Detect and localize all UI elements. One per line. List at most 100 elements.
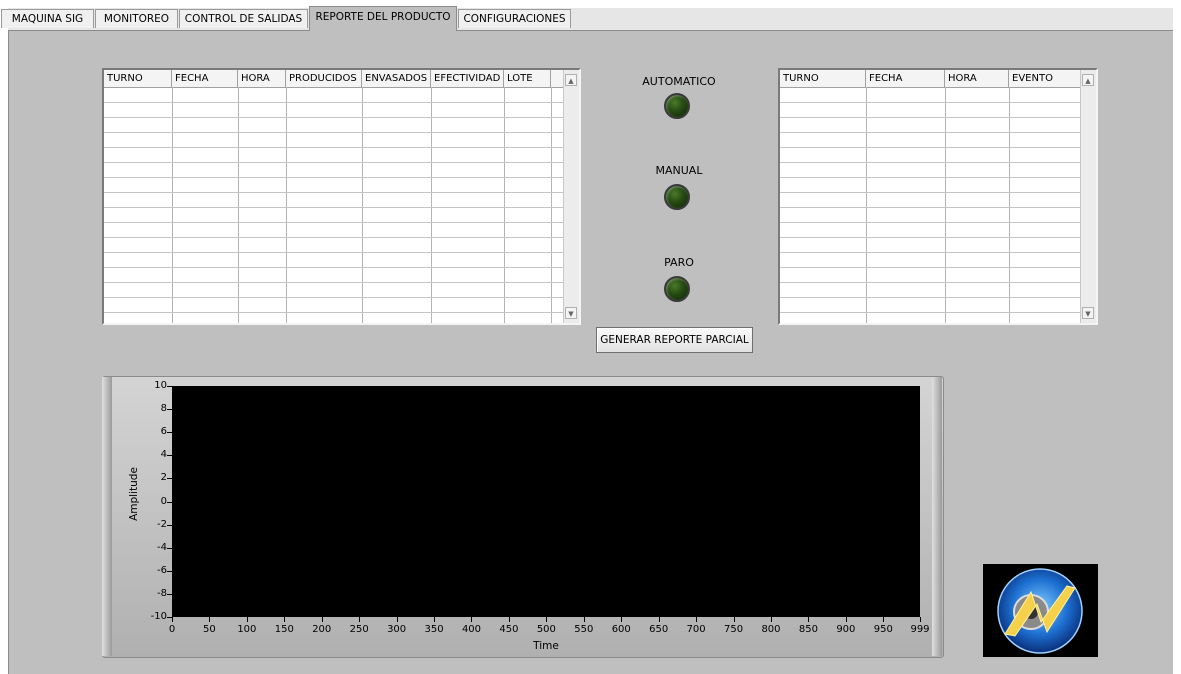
y-tick-mark [167,547,172,549]
column-header-envasados: ENVASADOS [362,70,431,87]
scroll-up-icon[interactable]: ▲ [1082,74,1094,86]
x-tick-mark [621,617,623,622]
column-header-turno: TURNO [104,70,172,87]
graph-right-bevel [932,377,942,656]
x-tick-mark [209,617,211,622]
x-tick-mark [696,617,698,622]
x-tick-mark [845,617,847,622]
tab-configuraciones[interactable]: CONFIGURACIONES [458,9,571,28]
table-row [780,147,1083,148]
table-row [780,177,1083,178]
table-row [104,132,566,133]
x-tick-label: 600 [611,624,631,635]
y-tick-mark [167,478,172,480]
y-tick-label: 2 [160,472,167,484]
x-tick-mark [359,617,361,622]
table-column-divider [238,87,239,323]
table-row [104,222,566,223]
x-tick-mark [246,617,248,622]
table-row [780,297,1083,298]
scroll-down-icon[interactable]: ▼ [1082,307,1094,319]
table-row [780,252,1083,253]
table-row [780,132,1083,133]
table-column-divider [431,87,432,323]
y-tick-label: -6 [157,564,167,576]
table-row [780,237,1083,238]
table-row [104,147,566,148]
y-tick-label: 8 [160,403,167,415]
table-column-divider [286,87,287,323]
column-header-hora: HORA [945,70,1009,87]
tab-maquina-sig[interactable]: MAQUINA SIG [1,9,94,28]
x-tick-mark [546,617,548,622]
x-tick-mark [733,617,735,622]
ittg-mecanica-logo [983,564,1098,657]
table-header: TURNO FECHA HORA PRODUCIDOS ENVASADOS EF… [104,70,566,88]
x-axis-title: Time [533,640,559,652]
table-row [780,162,1083,163]
table-row [780,207,1083,208]
table-row [104,297,566,298]
y-tick-label: 0 [160,495,167,507]
x-tick-mark [583,617,585,622]
x-tick-label: 750 [724,624,744,635]
vertical-scrollbar[interactable]: ▲ ▼ [1080,70,1096,323]
events-table[interactable]: TURNO FECHA HORA EVENTO ▲ ▼ [778,68,1098,325]
table-column-divider [551,87,552,323]
x-tick-mark [770,617,772,622]
tab-control-de-salidas[interactable]: CONTROL DE SALIDAS [179,9,308,28]
x-tick-label: 850 [798,624,818,635]
scroll-down-icon[interactable]: ▼ [565,307,577,319]
x-tick-mark [883,617,885,622]
table-row [780,312,1083,313]
x-tick-label: 450 [499,624,519,635]
table-column-divider [1009,87,1010,323]
tab-bar: MAQUINA SIG MONITOREO CONTROL DE SALIDAS… [0,0,1181,31]
x-tick-label: 500 [536,624,556,635]
x-tick-mark [508,617,510,622]
table-row [104,312,566,313]
column-header-hora: HORA [238,70,286,87]
y-tick-label: -10 [150,611,167,622]
vertical-scrollbar[interactable]: ▲ ▼ [563,70,579,323]
column-header-producidos: PRODUCIDOS [286,70,362,87]
column-header-efectividad: EFECTIVIDAD [431,70,504,87]
table-column-divider [504,87,505,323]
x-tick-label: 100 [237,624,257,635]
x-tick-mark [321,617,323,622]
x-tick-mark [471,617,473,622]
generate-partial-report-button[interactable]: GENERAR REPORTE PARCIAL [596,327,753,353]
x-tick-label: 999 [910,624,930,635]
table-column-divider [172,87,173,323]
y-tick-mark [167,570,172,572]
table-row [780,117,1083,118]
x-tick-label: 350 [424,624,444,635]
production-report-table[interactable]: TURNO FECHA HORA PRODUCIDOS ENVASADOS EF… [102,68,581,325]
y-tick-mark [167,455,172,457]
x-tick-mark [434,617,436,622]
x-tick-label: 50 [203,624,216,635]
x-tick-label: 900 [836,624,856,635]
tab-reporte-del-producto[interactable]: REPORTE DEL PRODUCTO [309,6,457,31]
paro-label: PARO [664,256,694,269]
table-row [104,102,566,103]
y-tick-label: -4 [157,541,167,553]
table-row [104,177,566,178]
table-row [104,267,566,268]
scroll-up-icon[interactable]: ▲ [565,74,577,86]
table-row [104,237,566,238]
table-row [780,102,1083,103]
table-header: TURNO FECHA HORA EVENTO [780,70,1083,88]
table-row [780,282,1083,283]
tab-monitoreo[interactable]: MONITOREO [95,9,178,28]
y-tick-mark [167,501,172,503]
x-tick-label: 200 [312,624,332,635]
plot-area[interactable] [172,386,920,617]
x-tick-mark [658,617,660,622]
x-tick-mark [396,617,398,622]
y-tick-mark [167,524,172,526]
column-header-lote: LOTE [504,70,551,87]
y-tick-label: 10 [154,380,167,391]
x-tick-label: 150 [274,624,294,635]
logo-emblem-icon [997,568,1083,654]
